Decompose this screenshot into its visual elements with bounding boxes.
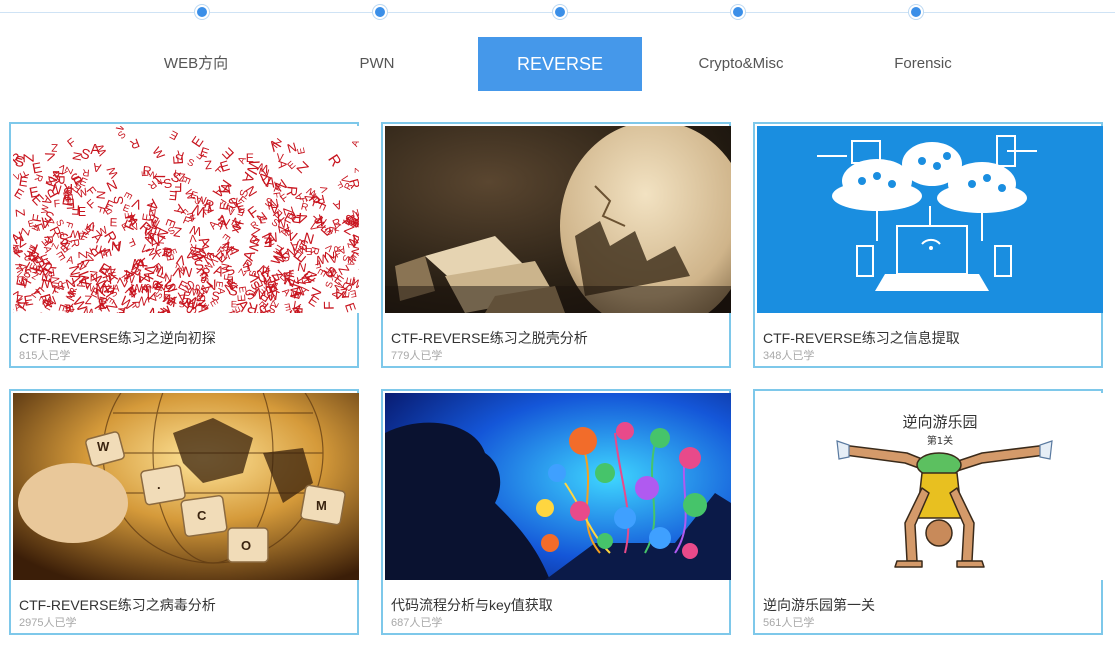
progress-timeline (0, 0, 1115, 26)
course-card[interactable]: EEEEEAEZVEEFEVNFVWRERNREREEZZNRWFWZNFEEE… (9, 122, 359, 368)
course-learner-count: 2975人已学 (19, 617, 77, 629)
course-thumbnail-cloud-network (757, 126, 1103, 313)
svg-text:W: W (220, 262, 233, 274)
svg-text:E: E (170, 155, 186, 165)
timeline-step-dot[interactable] (731, 5, 745, 19)
category-tabs: WEB方向 PWN REVERSE Crypto&Misc Forensic (0, 37, 1115, 91)
svg-text:M: M (316, 498, 327, 513)
timeline-step-dot[interactable] (373, 5, 387, 19)
course-card[interactable]: W . C O M CTF-REVERSE练习之病毒分析 2975人已学 (9, 389, 359, 635)
svg-text:C: C (197, 508, 207, 523)
tab-web[interactable]: WEB方向 (114, 37, 278, 91)
tab-crypto-misc[interactable]: Crypto&Misc (659, 37, 823, 91)
svg-text:Z: Z (353, 168, 359, 174)
course-card[interactable]: 逆向游乐园 第1关 逆向游乐园第一关 561人已学 (753, 389, 1103, 635)
course-learner-count: 815人已学 (19, 350, 71, 362)
svg-text:W: W (97, 439, 110, 454)
course-learner-count: 687人已学 (391, 617, 443, 629)
course-card[interactable]: CTF-REVERSE练习之信息提取 348人已学 (753, 122, 1103, 368)
course-title[interactable]: 逆向游乐园第一关 (763, 595, 875, 615)
course-title[interactable]: CTF-REVERSE练习之病毒分析 (19, 595, 216, 615)
svg-text:.: . (157, 477, 161, 492)
course-card[interactable]: 代码流程分析与key值获取 687人已学 (381, 389, 731, 635)
svg-text:E: E (109, 216, 117, 229)
course-thumbnail-social-icons (385, 393, 731, 580)
svg-text:R: R (159, 247, 175, 258)
tab-pwn[interactable]: PWN (295, 37, 459, 91)
tab-forensic[interactable]: Forensic (841, 37, 1005, 91)
course-title[interactable]: CTF-REVERSE练习之逆向初探 (19, 328, 216, 348)
svg-text:E: E (78, 232, 85, 243)
svg-text:E: E (139, 285, 153, 294)
svg-text:F: F (322, 301, 338, 310)
timeline-step-dot[interactable] (553, 5, 567, 19)
course-thumbnail-globe-keyboard: W . C O M (13, 393, 359, 580)
svg-text:F: F (174, 180, 182, 195)
course-thumbnail-cracked-egg (385, 126, 731, 313)
course-title[interactable]: CTF-REVERSE练习之脱壳分析 (391, 328, 588, 348)
svg-text:R: R (290, 208, 303, 226)
svg-text:R: R (332, 245, 343, 252)
svg-text:W: W (131, 256, 145, 271)
course-title[interactable]: 代码流程分析与key值获取 (391, 595, 553, 615)
image-caption-title: 逆向游乐园 (902, 413, 977, 431)
course-learner-count: 561人已学 (763, 617, 815, 629)
course-thumbnail-red-letters: EEEEEAEZVEEFEVNFVWRERNREREEZZNRWFWZNFEEE… (13, 126, 359, 313)
svg-text:S: S (111, 195, 126, 205)
svg-text:F: F (31, 262, 38, 274)
timeline-step-dot[interactable] (195, 5, 209, 19)
svg-text:R: R (52, 175, 67, 185)
image-caption-subtitle: 第1关 (927, 434, 953, 447)
course-title[interactable]: CTF-REVERSE练习之信息提取 (763, 328, 960, 348)
course-card[interactable]: CTF-REVERSE练习之脱壳分析 779人已学 (381, 122, 731, 368)
svg-text:E: E (140, 170, 150, 177)
timeline-step-dot[interactable] (909, 5, 923, 19)
tab-reverse[interactable]: REVERSE (478, 37, 642, 91)
svg-text:E: E (246, 151, 254, 165)
course-thumbnail-handstand-cartoon: 逆向游乐园 第1关 (757, 393, 1103, 580)
svg-text:O: O (241, 538, 251, 553)
course-learner-count: 779人已学 (391, 350, 443, 362)
svg-text:E: E (226, 273, 234, 284)
svg-text:W: W (219, 249, 230, 261)
svg-text:A: A (331, 291, 343, 299)
course-learner-count: 348人已学 (763, 350, 815, 362)
